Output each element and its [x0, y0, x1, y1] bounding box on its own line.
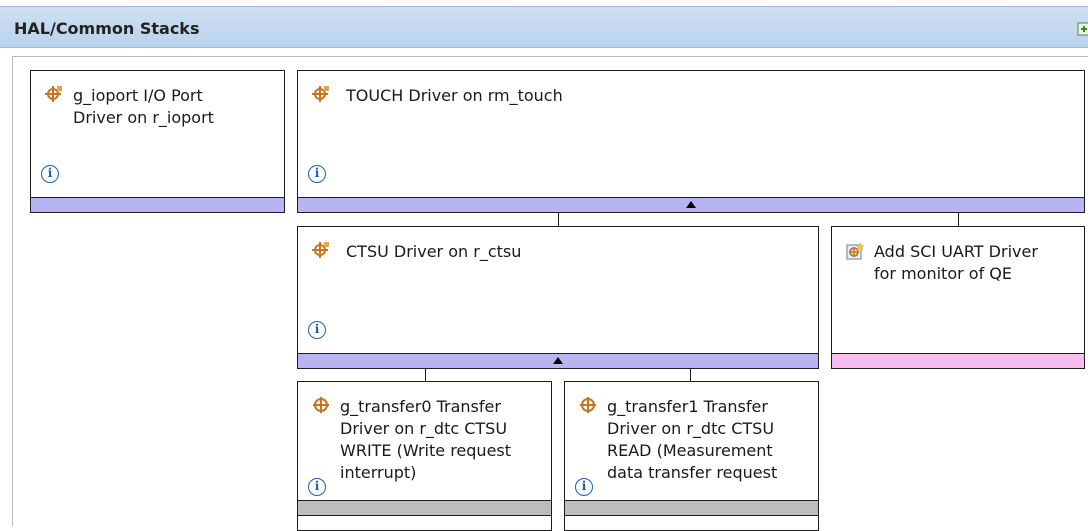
module-transfer0[interactable]: g_transfer0 Transfer Driver on r_dtc CTS… — [297, 381, 552, 531]
module-title-line: WRITE (Write request — [340, 441, 512, 460]
module-icon — [312, 241, 330, 259]
module-title: g_transfer0 Transfer Driver on r_dtc CTS… — [340, 396, 511, 484]
module-icon — [579, 396, 597, 414]
module-title-line: g_ioport I/O Port — [73, 86, 203, 105]
stacks-header: HAL/Common Stacks — [0, 6, 1088, 48]
connector-line — [958, 213, 959, 227]
module-title-line: Driver on r_ioport — [73, 108, 214, 127]
module-status-bar — [30, 197, 285, 213]
module-title-line: interrupt) — [340, 463, 417, 482]
module-title-line: g_transfer1 Transfer — [607, 397, 768, 416]
module-title-line: READ (Measurement — [607, 441, 773, 460]
info-icon[interactable]: i — [308, 478, 326, 496]
module-touch[interactable]: TOUCH Driver on rm_touch i — [297, 70, 1085, 213]
collapse-arrow-icon[interactable] — [686, 201, 696, 208]
module-title-line: g_transfer0 Transfer — [340, 397, 501, 416]
module-ioport[interactable]: g_ioport I/O Port Driver on r_ioport i — [30, 70, 285, 213]
stacks-header-title: HAL/Common Stacks — [14, 19, 200, 38]
module-title: CTSU Driver on r_ctsu — [346, 242, 522, 261]
module-status-bar[interactable] — [297, 197, 1085, 213]
collapse-arrow-icon[interactable] — [553, 357, 563, 364]
module-transfer1[interactable]: g_transfer1 Transfer Driver on r_dtc CTS… — [564, 381, 819, 531]
module-icon — [312, 396, 330, 414]
module-title-line: data transfer request — [607, 463, 778, 482]
info-icon[interactable]: i — [308, 165, 326, 183]
module-title: Add SCI UART Driver for monitor of QE — [874, 241, 1038, 285]
info-icon[interactable]: i — [41, 165, 59, 183]
new-stack-icon[interactable] — [1076, 21, 1088, 37]
module-icon — [312, 85, 330, 103]
info-icon[interactable]: i — [575, 478, 593, 496]
module-title-line: Driver on r_dtc CTSU — [607, 419, 775, 438]
module-status-bar — [831, 353, 1085, 369]
module-add-sci-uart[interactable]: Add SCI UART Driver for monitor of QE — [831, 226, 1085, 369]
info-icon[interactable]: i — [308, 321, 326, 339]
module-ctsu[interactable]: CTSU Driver on r_ctsu i — [297, 226, 819, 369]
module-status-bar — [564, 500, 819, 516]
module-status-bar[interactable] — [297, 353, 819, 369]
connector-line — [558, 213, 559, 227]
module-title-line: for monitor of QE — [874, 264, 1012, 283]
module-title: TOUCH Driver on rm_touch — [346, 86, 563, 105]
module-title: g_transfer1 Transfer Driver on r_dtc CTS… — [607, 396, 777, 484]
add-module-icon — [846, 241, 865, 260]
module-title: g_ioport I/O Port Driver on r_ioport — [73, 85, 214, 129]
module-title-line: Add SCI UART Driver — [874, 242, 1038, 261]
module-status-bar — [297, 500, 552, 516]
module-icon — [45, 85, 63, 103]
module-title-line: Driver on r_dtc CTSU — [340, 419, 508, 438]
